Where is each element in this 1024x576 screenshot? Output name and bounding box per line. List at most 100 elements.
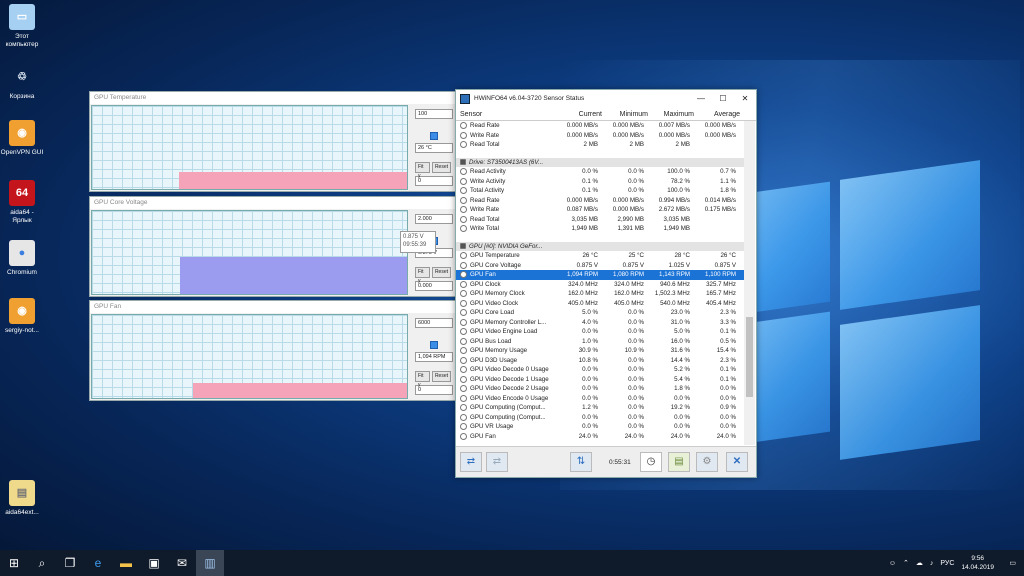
graph-window[interactable]: GPU Temperature 100 26 °C Fit y Reset 0 xyxy=(89,91,456,192)
desktop-icon[interactable]: ● Chromium xyxy=(0,240,44,277)
desktop-icon[interactable]: ▤ aida64ext... xyxy=(0,480,44,517)
store-icon[interactable]: ▣ xyxy=(140,550,168,576)
show-hidden-icons-icon[interactable]: ⌃ xyxy=(903,559,909,567)
table-row[interactable]: GPU Memory Clock 162.0 MHz 162.0 MHz 1,502.… xyxy=(456,289,744,299)
sensor-icon xyxy=(460,177,467,185)
graph-max-field[interactable]: 6000 xyxy=(415,318,453,328)
minimize-button[interactable]: — xyxy=(690,90,712,108)
reset-button[interactable]: Reset xyxy=(431,267,451,278)
navigate-arrows-icon[interactable]: ⇄ xyxy=(460,452,482,472)
table-row[interactable]: Write Rate 0.087 MB/s 0.000 MB/s 2.672 MB/s… xyxy=(456,205,744,215)
volume-icon[interactable]: ♪ xyxy=(930,560,934,567)
sensor-icon xyxy=(460,215,467,223)
table-row[interactable]: Total Activity 0.1 % 0.0 % 100.0 % 1.8 % xyxy=(456,186,744,196)
table-row[interactable]: Read Rate 0.000 MB/s 0.000 MB/s 0.007 MB/s 0… xyxy=(456,121,744,131)
sensor-group-header[interactable]: Drive: ST3500413AS (6V... xyxy=(456,157,744,167)
table-row[interactable]: GPU Fan 1,094 RPM 1,080 RPM 1,143 RPM 1,100 … xyxy=(456,270,744,280)
table-row[interactable]: GPU Memory Controller L... 4.0 % 0.0 % 31.0… xyxy=(456,318,744,328)
table-row[interactable]: Read Activity 0.0 % 0.0 % 100.0 % 0.7 % xyxy=(456,167,744,177)
graph-min-field[interactable]: 0.000 xyxy=(415,281,453,291)
table-row[interactable]: GPU Clock 324.0 MHz 324.0 MHz 940.6 MHz 325.… xyxy=(456,280,744,290)
reset-button[interactable]: Reset xyxy=(431,162,451,173)
desktop-icon[interactable]: 64 aida64 - Ярлык xyxy=(0,180,44,225)
clock-icon[interactable]: ◷ xyxy=(640,452,662,472)
graph-max-field[interactable]: 100 xyxy=(415,109,453,119)
openvpn-icon: ◉ xyxy=(9,120,35,146)
log-file-icon[interactable]: ▤ xyxy=(668,452,690,472)
table-row[interactable]: GPU Core Voltage 0.875 V 0.875 V 1.025 V 0.8… xyxy=(456,261,744,271)
scrollbar-thumb[interactable] xyxy=(746,317,753,397)
network-icon[interactable]: ☁ xyxy=(916,559,923,567)
sensor-name: Write Total xyxy=(470,225,499,232)
network-sensors-icon[interactable]: ⇅ xyxy=(570,452,592,472)
sensor-icon xyxy=(460,432,467,440)
sensor-group-header[interactable]: GPU [#0]: NVIDIA GeFor... xyxy=(456,241,744,251)
table-row[interactable]: GPU Core Load 5.0 % 0.0 % 23.0 % 2.3 % xyxy=(456,308,744,318)
hwinfo-sensor-window[interactable]: HWiNFO64 v6.04-3720 Sensor Status — ☐ ✕ … xyxy=(455,89,757,478)
graph-window[interactable]: GPU Fan 6000 1,094 RPM Fit y Reset 0 xyxy=(89,300,456,401)
table-row[interactable]: GPU VR Usage 0.0 % 0.0 % 0.0 % 0.0 % xyxy=(456,422,744,432)
group-name: Drive: ST3500413AS (6V... xyxy=(469,158,544,166)
table-row[interactable]: GPU Fan 24.0 % 24.0 % 24.0 % 24.0 % xyxy=(456,432,744,442)
table-row[interactable]: GPU Video Encode 0 Usage 0.0 % 0.0 % 0.0 % 0… xyxy=(456,394,744,404)
table-row[interactable]: Write Total 1,949 MB 1,391 MB 1,949 MB xyxy=(456,224,744,234)
column-header-minimum[interactable]: Minimum xyxy=(602,110,648,120)
table-row[interactable]: Write Activity 0.1 % 0.0 % 78.2 % 1.1 % xyxy=(456,177,744,187)
graph-min-field[interactable]: 0 xyxy=(415,176,453,186)
hwinfo-taskbar-icon[interactable]: ▥ xyxy=(196,550,224,576)
fit-y-button[interactable]: Fit y xyxy=(415,371,430,388)
hwinfo-titlebar[interactable]: HWiNFO64 v6.04-3720 Sensor Status — ☐ ✕ xyxy=(456,90,756,108)
table-row[interactable]: GPU Video Engine Load 0.0 % 0.0 % 5.0 % 0.1 … xyxy=(456,327,744,337)
table-row[interactable]: GPU Video Clock 405.0 MHz 405.0 MHz 540.0 M… xyxy=(456,299,744,309)
close-button[interactable]: ✕ xyxy=(734,90,756,108)
table-row[interactable]: Read Total 2 MB 2 MB 2 MB xyxy=(456,140,744,150)
task-view-icon[interactable]: ❐ xyxy=(56,550,84,576)
graph-min-field[interactable]: 0 xyxy=(415,385,453,395)
table-row[interactable]: GPU Video Decode 1 Usage 0.0 % 0.0 % 5.4 % 0… xyxy=(456,375,744,385)
settings-gear-icon[interactable]: ⚙ xyxy=(696,452,718,472)
reset-button[interactable]: Reset xyxy=(431,371,451,382)
vertical-scrollbar[interactable] xyxy=(744,121,755,445)
graph-checkbox[interactable] xyxy=(430,132,438,140)
desktop-icon[interactable]: ◉ sergiy-not... xyxy=(0,298,44,335)
table-row[interactable]: Read Total 3,035 MB 2,990 MB 3,035 MB xyxy=(456,215,744,225)
aida64-icon: 64 xyxy=(9,180,35,206)
desktop-icon[interactable]: ◉ OpenVPN GUI xyxy=(0,120,44,157)
fit-y-button[interactable]: Fit y xyxy=(415,162,430,179)
table-row[interactable]: GPU Video Decode 2 Usage 0.0 % 0.0 % 1.8 % 0… xyxy=(456,384,744,394)
graph-checkbox[interactable] xyxy=(430,341,438,349)
table-row[interactable]: GPU Temperature 26 °C 25 °C 28 °C 26 °C xyxy=(456,251,744,261)
people-icon[interactable]: ☺ xyxy=(889,560,896,567)
fit-y-button[interactable]: Fit y xyxy=(415,267,430,284)
table-row[interactable]: Read Rate 0.000 MB/s 0.000 MB/s 0.994 MB/s 0… xyxy=(456,196,744,206)
maximize-button[interactable]: ☐ xyxy=(712,90,734,108)
mail-icon[interactable]: ✉ xyxy=(168,550,196,576)
graph-max-field[interactable]: 2.000 xyxy=(415,214,453,224)
desktop-icon-label: OpenVPN GUI xyxy=(0,149,44,156)
minimum-cell: 0.0 % xyxy=(628,413,644,421)
clock[interactable]: 9:56 14.04.2019 xyxy=(961,554,994,572)
desktop-icon[interactable]: ♲ Корзина xyxy=(0,64,44,101)
search-icon[interactable]: ⌕ xyxy=(28,550,56,576)
column-header-current[interactable]: Current xyxy=(556,110,602,120)
file-explorer-icon[interactable]: ▬ xyxy=(112,550,140,576)
column-header-maximum[interactable]: Maximum xyxy=(648,110,694,120)
table-row[interactable]: GPU Computing (Comput... 0.0 % 0.0 % 0.0 % 0… xyxy=(456,413,744,423)
table-row[interactable]: GPU Computing (Comput... 1.2 % 0.0 % 19.2 %… xyxy=(456,403,744,413)
edge-browser-icon[interactable]: e xyxy=(84,550,112,576)
sensor-icon xyxy=(460,261,467,269)
sensor-name: GPU Video Clock xyxy=(470,299,519,307)
start-windows-icon[interactable]: ⊞ xyxy=(0,550,28,576)
column-header-average[interactable]: Average xyxy=(694,110,744,120)
minimum-cell: 0.0 % xyxy=(628,309,644,316)
table-row[interactable]: GPU Memory Usage 30.9 % 10.9 % 31.6 % 15.4 % xyxy=(456,346,744,356)
reset-close-icon[interactable]: ✕ xyxy=(726,452,748,472)
desktop-icon[interactable]: ▭ Этот компьютер xyxy=(0,4,44,49)
language-indicator[interactable]: РУС xyxy=(940,560,954,567)
table-row[interactable]: GPU Video Decode 0 Usage 0.0 % 0.0 % 5.2 % 0… xyxy=(456,365,744,375)
table-row[interactable]: Write Rate 0.000 MB/s 0.000 MB/s 0.000 MB/s… xyxy=(456,131,744,141)
column-header-sensor[interactable]: Sensor xyxy=(456,110,556,120)
table-row[interactable]: GPU D3D Usage 10.8 % 0.0 % 14.4 % 2.3 % xyxy=(456,356,744,366)
notifications-icon[interactable]: ▭ xyxy=(1009,559,1016,567)
table-row[interactable]: GPU Bus Load 1.0 % 0.0 % 16.0 % 0.5 % xyxy=(456,337,744,347)
